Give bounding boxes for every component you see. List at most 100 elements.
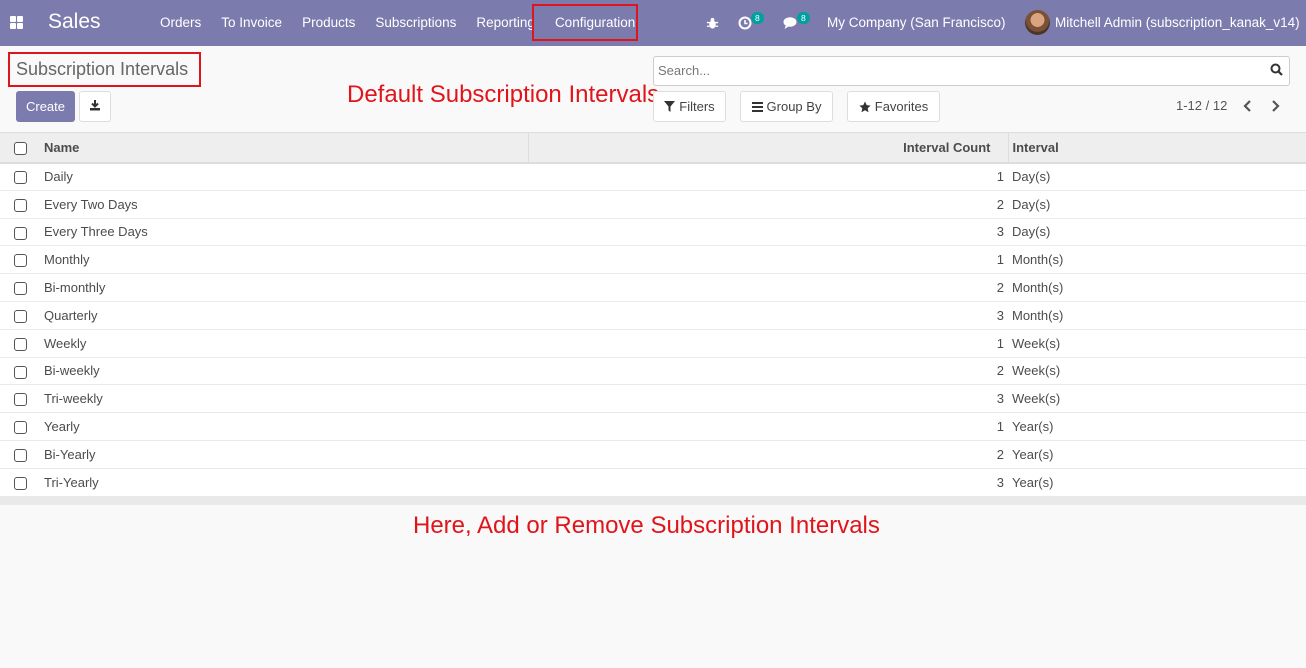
filters-button[interactable]: Filters: [653, 91, 726, 122]
row-name[interactable]: Quarterly: [40, 301, 528, 329]
row-checkbox[interactable]: [14, 476, 27, 490]
row-select-cell: [0, 246, 40, 274]
row-interval-count[interactable]: 1: [528, 329, 1008, 357]
row-interval-count[interactable]: 3: [528, 468, 1008, 496]
header-interval[interactable]: Interval: [1008, 132, 1306, 163]
row-interval[interactable]: Week(s): [1008, 329, 1306, 357]
menu-products[interactable]: Products: [292, 0, 365, 46]
row-name[interactable]: Every Two Days: [40, 190, 528, 218]
table-row[interactable]: Every Three Days 3 Day(s): [0, 218, 1306, 246]
row-select-cell: [0, 163, 40, 191]
menu-to-invoice[interactable]: To Invoice: [211, 0, 292, 46]
favorites-button[interactable]: Favorites: [847, 91, 940, 122]
row-name[interactable]: Bi-monthly: [40, 274, 528, 302]
row-name[interactable]: Monthly: [40, 246, 528, 274]
group-by-button[interactable]: Group By: [740, 91, 833, 122]
message-badge: 8: [797, 12, 810, 24]
table-row[interactable]: Every Two Days 2 Day(s): [0, 190, 1306, 219]
table-row[interactable]: Tri-Yearly 3 Year(s): [0, 468, 1306, 497]
row-name[interactable]: Tri-Yearly: [40, 468, 528, 496]
row-name[interactable]: Bi-weekly: [40, 357, 528, 385]
table-header-row: Name Interval Count Interval: [0, 132, 1306, 163]
row-checkbox[interactable]: [14, 198, 27, 212]
select-all-cell: [0, 132, 40, 163]
pager-value[interactable]: 1-12 / 12: [1176, 98, 1227, 113]
row-interval-count[interactable]: 2: [528, 190, 1008, 218]
row-interval-count[interactable]: 3: [528, 218, 1008, 246]
row-interval[interactable]: Month(s): [1008, 274, 1306, 302]
row-checkbox[interactable]: [14, 393, 27, 407]
row-name[interactable]: Daily: [40, 163, 528, 191]
apps-icon[interactable]: [10, 16, 23, 29]
row-interval-count[interactable]: 2: [528, 274, 1008, 302]
row-checkbox[interactable]: [14, 282, 27, 296]
chevron-left-icon[interactable]: [1240, 97, 1256, 115]
row-interval[interactable]: Day(s): [1008, 190, 1306, 218]
table-row[interactable]: Bi-monthly 2 Month(s): [0, 274, 1306, 302]
favorites-label: Favorites: [874, 99, 929, 114]
row-interval-count[interactable]: 3: [528, 385, 1008, 413]
download-button[interactable]: [79, 91, 111, 122]
row-interval[interactable]: Year(s): [1008, 440, 1306, 468]
bug-icon[interactable]: [706, 0, 719, 46]
table-row[interactable]: Bi-weekly 2 Week(s): [0, 357, 1306, 385]
row-name[interactable]: Yearly: [40, 413, 528, 441]
row-interval[interactable]: Year(s): [1008, 413, 1306, 441]
row-checkbox[interactable]: [14, 337, 27, 351]
row-name[interactable]: Tri-weekly: [40, 385, 528, 413]
search-icon[interactable]: [1270, 63, 1283, 79]
row-interval[interactable]: Week(s): [1008, 385, 1306, 413]
company-switcher[interactable]: My Company (San Francisco): [827, 15, 1006, 30]
avatar[interactable]: [1025, 10, 1050, 35]
filters-label: Filters: [679, 99, 715, 114]
page-title: Subscription Intervals: [16, 59, 189, 79]
filter-icon: [664, 101, 676, 112]
row-interval-count[interactable]: 1: [528, 413, 1008, 441]
row-interval-count[interactable]: 1: [528, 163, 1008, 191]
row-interval-count[interactable]: 2: [528, 440, 1008, 468]
row-checkbox[interactable]: [14, 448, 27, 462]
menu-subscriptions[interactable]: Subscriptions: [365, 0, 466, 46]
user-menu[interactable]: Mitchell Admin (subscription_kanak_v14): [1055, 15, 1300, 30]
search-bar: [653, 56, 1290, 86]
app-name[interactable]: Sales: [48, 10, 101, 34]
row-interval-count[interactable]: 1: [528, 246, 1008, 274]
search-input[interactable]: [658, 63, 1258, 78]
table-row[interactable]: Yearly 1 Year(s): [0, 413, 1306, 441]
table-row[interactable]: Bi-Yearly 2 Year(s): [0, 440, 1306, 469]
star-icon: [859, 101, 871, 112]
row-interval[interactable]: Month(s): [1008, 246, 1306, 274]
row-name[interactable]: Bi-Yearly: [40, 440, 528, 468]
row-name[interactable]: Weekly: [40, 329, 528, 357]
table-row[interactable]: Quarterly 3 Month(s): [0, 301, 1306, 330]
intervals-table: Name Interval Count Interval Daily 1 Day(s…: [0, 132, 1306, 497]
row-checkbox[interactable]: [14, 254, 27, 268]
row-select-cell: [0, 218, 40, 246]
row-checkbox[interactable]: [14, 365, 27, 379]
chat-icon[interactable]: [783, 0, 799, 46]
row-interval[interactable]: Week(s): [1008, 357, 1306, 385]
row-interval-count[interactable]: 3: [528, 301, 1008, 329]
row-interval[interactable]: Year(s): [1008, 468, 1306, 496]
row-checkbox[interactable]: [14, 171, 27, 185]
row-interval[interactable]: Day(s): [1008, 218, 1306, 246]
row-interval-count[interactable]: 2: [528, 357, 1008, 385]
table-row[interactable]: Weekly 1 Week(s): [0, 329, 1306, 358]
menu-orders[interactable]: Orders: [150, 0, 211, 46]
activity-icon[interactable]: [738, 0, 752, 46]
select-all-checkbox[interactable]: [14, 141, 27, 155]
row-checkbox[interactable]: [14, 421, 27, 435]
row-checkbox[interactable]: [14, 309, 27, 323]
row-name[interactable]: Every Three Days: [40, 218, 528, 246]
row-checkbox[interactable]: [14, 226, 27, 240]
header-name[interactable]: Name: [40, 132, 529, 163]
row-interval[interactable]: Day(s): [1008, 163, 1306, 191]
create-button[interactable]: Create: [16, 91, 75, 122]
table-row[interactable]: Tri-weekly 3 Week(s): [0, 385, 1306, 413]
header-interval-count[interactable]: Interval Count: [528, 132, 1009, 163]
table-footer: [0, 496, 1306, 505]
row-interval[interactable]: Month(s): [1008, 301, 1306, 329]
table-row[interactable]: Daily 1 Day(s): [0, 163, 1306, 191]
table-row[interactable]: Monthly 1 Month(s): [0, 246, 1306, 274]
chevron-right-icon[interactable]: [1267, 97, 1283, 115]
